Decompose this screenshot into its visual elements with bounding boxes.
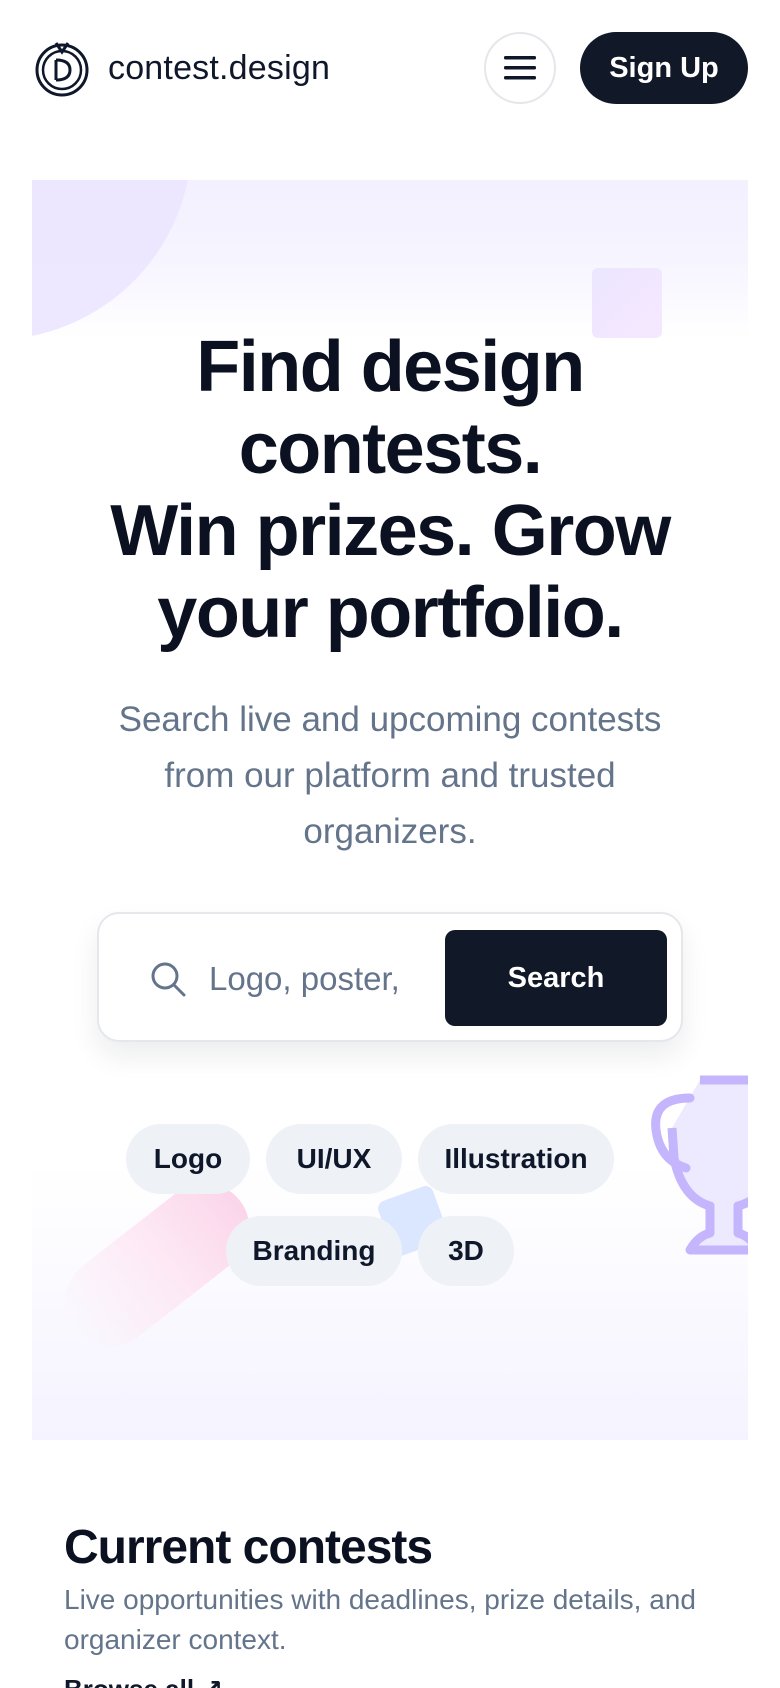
signup-button[interactable]: Sign Up (580, 32, 748, 104)
site-header: contest.design Sign Up (0, 0, 780, 140)
brand-name: contest.design (108, 48, 331, 87)
category-chip-illustration[interactable]: Illustration (418, 1124, 614, 1194)
category-chip-3d[interactable]: 3D (418, 1216, 514, 1286)
category-chip-uiux[interactable]: UI/UX (266, 1124, 402, 1194)
search-input[interactable] (209, 944, 409, 1014)
search-icon (151, 962, 186, 997)
section-subtitle: Live opportunities with deadlines, prize… (64, 1584, 696, 1655)
browse-all-link[interactable]: Browse all ↗ (64, 1674, 223, 1688)
brand-logo-link[interactable]: contest.design (32, 38, 330, 98)
hero-title-line3: Win prizes. Grow (110, 491, 671, 571)
hero-title-line2: contests. (238, 409, 543, 489)
search-bar: Search (97, 912, 683, 1042)
hero-title-line1: Find design (196, 327, 585, 407)
trophy-icon (651, 1075, 748, 1255)
brand-logo-icon (35, 42, 89, 97)
category-chip-branding[interactable]: Branding (226, 1216, 402, 1286)
category-chip-logo[interactable]: Logo (126, 1124, 250, 1194)
section-title: Current contests (64, 1521, 433, 1574)
hero-title-line4: your portfolio. (157, 573, 624, 653)
hero-title: Find design contests. Win prizes. Grow y… (32, 326, 748, 654)
page: contest.design Sign Up Find design conte… (0, 0, 780, 1688)
search-button[interactable]: Search (445, 930, 667, 1026)
hero-subtitle: Search live and upcoming contests from o… (118, 700, 662, 851)
menu-button[interactable] (484, 32, 556, 104)
hamburger-menu-icon (504, 56, 536, 80)
hero-section: Find design contests. Win prizes. Grow y… (32, 180, 748, 1440)
